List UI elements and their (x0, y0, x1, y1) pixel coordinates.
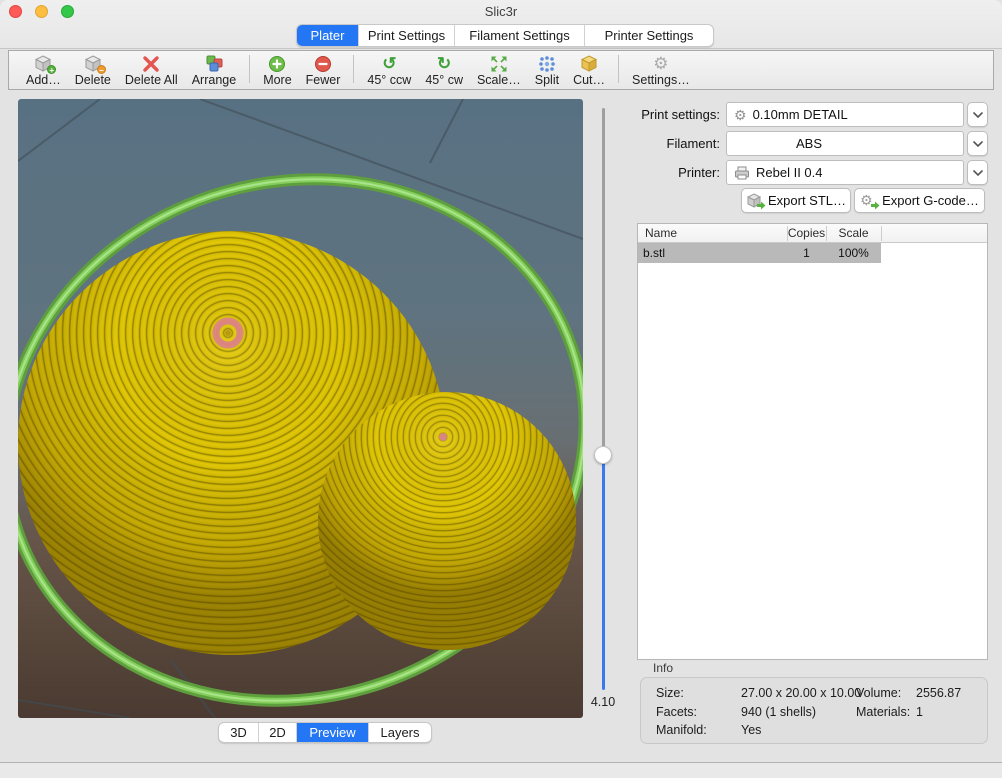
scale-button[interactable]: Scale… (470, 51, 528, 87)
column-header-scale[interactable]: Scale (826, 226, 881, 240)
scale-arrows-icon (488, 54, 510, 73)
arrange-cubes-icon (203, 54, 225, 73)
arrange-button[interactable]: Arrange (185, 51, 243, 87)
tab-print-settings[interactable]: Print Settings (359, 25, 455, 46)
volume-label: Volume: (856, 686, 901, 700)
3d-viewport[interactable] (18, 99, 583, 718)
window-title: Slic3r (0, 4, 1002, 19)
printer-dropdown-button[interactable] (967, 160, 988, 185)
toolbar-separator (249, 55, 250, 83)
manifold-value: Yes (741, 723, 761, 737)
split-dots-icon (536, 54, 558, 73)
info-panel: Size: 27.00 x 20.00 x 10.00 Volume: 2556… (640, 677, 988, 744)
export-gcode-button[interactable]: ⚙ Export G-code… (854, 188, 985, 213)
titlebar: Slic3r (0, 0, 1002, 22)
cell-name: b.stl (643, 246, 665, 260)
window-header: Slic3r Plater Print Settings Filament Se… (0, 0, 1002, 49)
toolbar-separator (618, 55, 619, 83)
export-stl-button[interactable]: Export STL… (741, 188, 851, 213)
view-mode-3d[interactable]: 3D (219, 723, 259, 742)
filament-label: Filament: (595, 131, 720, 156)
add-box-icon: + (32, 54, 54, 73)
layer-slider-fill[interactable] (602, 455, 605, 690)
chevron-down-icon (973, 141, 983, 147)
apex-perimeter-small (439, 433, 447, 441)
size-label: Size: (656, 686, 684, 700)
delete-button[interactable]: − Delete (68, 51, 118, 87)
export-stl-icon (746, 193, 763, 208)
rotate-cw-icon: ↻ (433, 54, 455, 73)
view-mode-2d[interactable]: 2D (259, 723, 297, 742)
facets-label: Facets: (656, 705, 697, 719)
info-section-title: Info (653, 661, 673, 675)
green-arrow-icon (757, 201, 766, 210)
facets-value: 940 (1 shells) (741, 705, 816, 719)
column-header-copies[interactable]: Copies (787, 226, 826, 240)
tab-printer-settings[interactable]: Printer Settings (585, 25, 713, 46)
plater-toolbar: + Add… − Delete Delete All (8, 50, 994, 90)
minus-badge-icon: − (97, 65, 106, 74)
object-list-table[interactable]: Name Copies Scale b.stl 1 100% (637, 223, 988, 660)
column-header-name[interactable]: Name (645, 226, 677, 240)
chevron-down-icon (973, 112, 983, 118)
slic3r-window: { "window": { "title": "Slic3r" }, "tabs… (0, 0, 1002, 778)
printer-icon (734, 166, 750, 180)
tab-plater[interactable]: Plater (297, 25, 359, 46)
export-gcode-icon: ⚙ (860, 193, 877, 208)
layer-slider-value: 4.10 (584, 695, 622, 709)
filament-combo[interactable]: ABS (726, 131, 964, 156)
tab-filament-settings[interactable]: Filament Settings (455, 25, 585, 46)
print-settings-dropdown-button[interactable] (967, 102, 988, 127)
rotate-cw-button[interactable]: ↻ 45° cw (418, 51, 470, 87)
layer-slider-thumb[interactable] (594, 446, 612, 464)
green-arrow-icon (871, 201, 880, 210)
more-button[interactable]: More (256, 51, 298, 87)
settings-button[interactable]: ⚙ Settings… (625, 51, 697, 87)
table-row-selected[interactable]: b.stl 1 100% (638, 243, 881, 263)
cell-scale: 100% (826, 246, 881, 260)
materials-value: 1 (916, 705, 923, 719)
filament-dropdown-button[interactable] (967, 131, 988, 156)
delete-box-icon: − (82, 54, 104, 73)
gcode-preview-scene (18, 99, 583, 718)
chevron-down-icon (973, 170, 983, 176)
cut-box-icon (578, 54, 600, 73)
view-mode-switcher: 3D 2D Preview Layers (218, 722, 432, 743)
minus-circle-icon (312, 54, 334, 73)
print-settings-combo[interactable]: ⚙ 0.10mm DETAIL (726, 102, 964, 127)
add-button[interactable]: + Add… (19, 51, 68, 87)
fewer-button[interactable]: Fewer (299, 51, 348, 87)
printer-combo[interactable]: Rebel II 0.4 (726, 160, 964, 185)
cell-copies: 1 (787, 246, 826, 260)
split-button[interactable]: Split (528, 51, 566, 87)
toolbar-separator (353, 55, 354, 83)
manifold-label: Manifold: (656, 723, 707, 737)
delete-all-x-icon (140, 54, 162, 73)
print-settings-label: Print settings: (595, 102, 720, 127)
view-mode-layers[interactable]: Layers (369, 723, 431, 742)
plus-circle-icon (266, 54, 288, 73)
gear-icon: ⚙ (734, 108, 747, 122)
sliced-object-small (318, 392, 576, 650)
main-tabbar: Plater Print Settings Filament Settings … (296, 24, 714, 47)
delete-all-button[interactable]: Delete All (118, 51, 185, 87)
materials-label: Materials: (856, 705, 910, 719)
size-value: 27.00 x 20.00 x 10.00 (741, 686, 861, 700)
printer-label: Printer: (595, 160, 720, 185)
view-mode-preview[interactable]: Preview (297, 723, 369, 742)
rotate-ccw-icon: ↺ (378, 54, 400, 73)
volume-value: 2556.87 (916, 686, 961, 700)
status-bar (0, 762, 1002, 778)
cut-button[interactable]: Cut… (566, 51, 612, 87)
rotate-ccw-button[interactable]: ↺ 45° ccw (360, 51, 418, 87)
gear-icon: ⚙ (650, 54, 672, 73)
table-header: Name Copies Scale (638, 224, 987, 243)
